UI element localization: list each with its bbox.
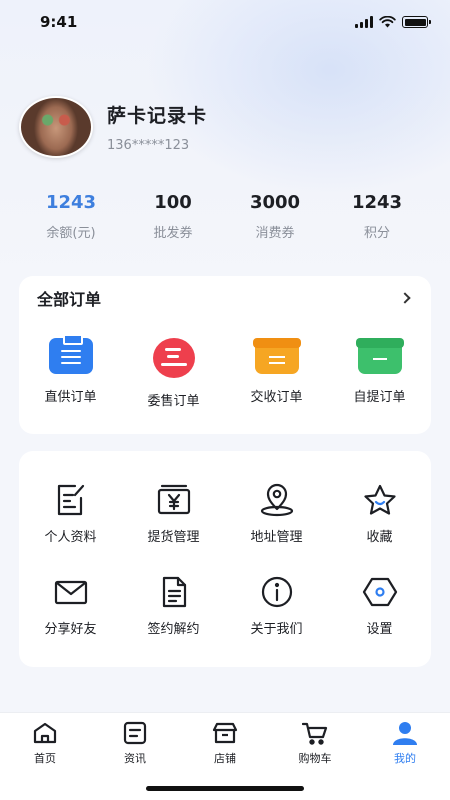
order-type-direct[interactable]: 直供订单 xyxy=(19,334,122,409)
profile-header[interactable]: 萨卡记录卡 136*****123 xyxy=(19,96,207,158)
tool-about-us[interactable]: 关于我们 xyxy=(225,575,328,667)
profile-info: 萨卡记录卡 136*****123 xyxy=(107,101,207,153)
chevron-right-icon xyxy=(399,292,411,304)
stat-value: 1243 xyxy=(45,192,97,213)
tab-label: 我的 xyxy=(394,752,416,765)
order-type-consignment[interactable]: 委售订单 xyxy=(122,338,225,409)
location-pin-icon xyxy=(260,483,293,517)
tool-share-friends[interactable]: 分享好友 xyxy=(19,575,122,667)
tool-label: 分享好友 xyxy=(44,622,97,637)
box-pickup-icon xyxy=(355,338,404,374)
tool-label: 个人资料 xyxy=(44,530,97,545)
tool-label: 关于我们 xyxy=(250,622,303,637)
cart-icon xyxy=(302,722,328,745)
edit-profile-icon xyxy=(57,484,84,516)
order-type-label: 直供订单 xyxy=(44,390,97,405)
tab-label: 店铺 xyxy=(214,752,236,765)
tool-label: 签约解约 xyxy=(147,622,200,637)
yen-box-icon xyxy=(157,484,190,515)
tool-settings[interactable]: 设置 xyxy=(328,575,431,667)
tool-pickup-management[interactable]: 提货管理 xyxy=(122,483,225,575)
tools-grid: 个人资料 提货管理 地址管理 收藏 分享好友 签约解约 关于我们 设置 xyxy=(19,451,431,667)
wifi-icon xyxy=(379,16,396,28)
tab-label: 首页 xyxy=(34,752,56,765)
order-type-label: 委售订单 xyxy=(147,394,200,409)
home-icon xyxy=(33,722,57,744)
stat-value: 3000 xyxy=(249,192,301,213)
tool-label: 设置 xyxy=(366,622,393,637)
home-indicator xyxy=(146,786,304,791)
tool-address-management[interactable]: 地址管理 xyxy=(225,483,328,575)
box-exchange-icon xyxy=(252,338,301,374)
tab-label: 资讯 xyxy=(124,752,146,765)
account-stats: 1243 余额(元) 100 批发券 3000 消费券 1243 积分 xyxy=(0,192,450,241)
bottom-tab-bar: 首页 资讯 店铺 购物车 我的 xyxy=(0,712,450,800)
stat-label: 批发券 xyxy=(153,226,193,241)
tool-profile[interactable]: 个人资料 xyxy=(19,483,122,575)
tool-label: 提货管理 xyxy=(147,530,200,545)
status-icons xyxy=(355,16,431,28)
tab-news[interactable]: 资讯 xyxy=(90,721,180,766)
status-time: 9:41 xyxy=(40,13,78,31)
avatar[interactable] xyxy=(19,96,93,158)
status-bar: 9:41 xyxy=(0,0,450,44)
order-type-pickup[interactable]: 自提订单 xyxy=(328,338,431,409)
all-orders-link[interactable]: 全部订单 xyxy=(19,276,431,309)
battery-icon xyxy=(402,16,431,28)
stat-label: 积分 xyxy=(363,226,390,241)
tool-label: 地址管理 xyxy=(250,530,303,545)
clipboard-list-icon xyxy=(48,334,93,374)
tab-cart[interactable]: 购物车 xyxy=(270,721,360,766)
tools-card: 个人资料 提货管理 地址管理 收藏 分享好友 签约解约 关于我们 设置 xyxy=(19,451,431,667)
profile-phone: 136*****123 xyxy=(107,138,190,153)
stat-points[interactable]: 1243 积分 xyxy=(326,192,428,241)
tab-mine[interactable]: 我的 xyxy=(360,721,450,766)
profile-name: 萨卡记录卡 xyxy=(107,105,208,127)
orders-card: 全部订单 直供订单 委售订单 交收订单 自提订单 xyxy=(19,276,431,434)
news-icon xyxy=(123,721,147,745)
tab-store[interactable]: 店铺 xyxy=(180,721,270,766)
envelope-icon xyxy=(54,580,87,605)
order-type-delivery[interactable]: 交收订单 xyxy=(225,338,328,409)
order-types: 直供订单 委售订单 交收订单 自提订单 xyxy=(19,334,431,409)
document-icon xyxy=(162,576,186,608)
hand-consign-icon xyxy=(152,338,195,378)
stat-value: 100 xyxy=(154,192,192,213)
tab-list: 首页 资讯 店铺 购物车 我的 xyxy=(0,713,450,766)
stat-label: 消费券 xyxy=(255,226,295,241)
orders-title: 全部订单 xyxy=(37,290,102,309)
user-icon xyxy=(393,722,417,745)
tab-home[interactable]: 首页 xyxy=(0,721,90,766)
stat-label: 余额(元) xyxy=(46,226,96,241)
settings-hexagon-icon xyxy=(362,577,397,607)
order-type-label: 自提订单 xyxy=(353,390,406,405)
star-icon xyxy=(363,484,396,515)
stat-value: 1243 xyxy=(351,192,403,213)
order-type-label: 交收订单 xyxy=(250,390,303,405)
info-icon xyxy=(261,576,292,608)
stat-consumption-coupon[interactable]: 3000 消费券 xyxy=(224,192,326,241)
stat-balance[interactable]: 1243 余额(元) xyxy=(20,192,122,241)
tool-contract[interactable]: 签约解约 xyxy=(122,575,225,667)
stat-wholesale-coupon[interactable]: 100 批发券 xyxy=(122,192,224,241)
store-icon xyxy=(212,722,238,744)
tool-favorites[interactable]: 收藏 xyxy=(328,483,431,575)
tool-label: 收藏 xyxy=(366,530,393,545)
cellular-signal-icon xyxy=(355,16,373,28)
tab-label: 购物车 xyxy=(298,752,332,765)
